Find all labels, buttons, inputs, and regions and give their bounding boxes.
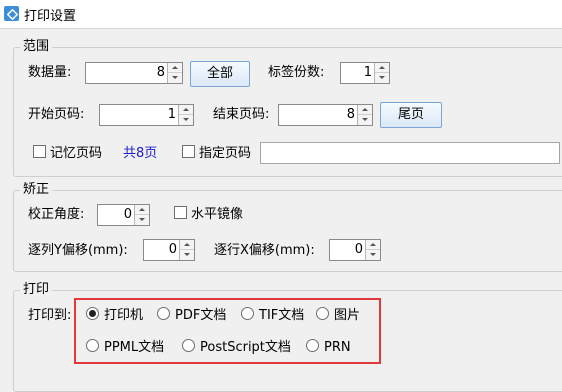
checkbox-icon[interactable] — [174, 206, 187, 219]
radio-prn[interactable]: PRN — [306, 339, 351, 357]
radio-postscript-label: PostScript文档 — [200, 340, 291, 355]
range-group-label: 范围 — [20, 39, 53, 55]
increment-arrow-icon[interactable] — [179, 105, 193, 115]
increment-arrow-icon[interactable] — [180, 240, 194, 250]
increment-arrow-icon[interactable] — [366, 240, 380, 250]
start-page-stepper[interactable] — [178, 105, 193, 125]
radio-tif[interactable]: TIF文档 — [241, 307, 304, 325]
radio-printer[interactable]: 打印机 — [86, 307, 143, 325]
specify-page-checkbox[interactable]: 指定页码 — [182, 145, 251, 163]
mirror-label: 水平镜像 — [191, 207, 244, 222]
radio-selected-icon[interactable] — [86, 307, 99, 320]
column-y-offset-label: 逐列Y偏移(mm): — [28, 243, 128, 258]
radio-pdf[interactable]: PDF文档 — [157, 307, 226, 325]
column-y-offset-spinner[interactable]: 0 — [143, 239, 195, 261]
radio-image-label: 图片 — [334, 308, 361, 323]
row-x-offset-value: 0 — [354, 242, 363, 257]
start-page-value: 1 — [167, 107, 176, 122]
radio-icon[interactable] — [86, 339, 99, 352]
end-page-stepper[interactable] — [357, 105, 372, 125]
radio-printer-label: 打印机 — [104, 308, 144, 323]
radio-ppml-label: PPML文档 — [104, 340, 165, 355]
copies-value: 1 — [363, 65, 372, 80]
decrement-arrow-icon[interactable] — [179, 115, 193, 125]
print-to-label: 打印到: — [28, 308, 72, 323]
angle-label: 校正角度: — [28, 207, 85, 222]
start-page-spinner[interactable]: 1 — [99, 104, 194, 126]
title-bar: 打印设置 — [0, 0, 562, 29]
radio-tif-label: TIF文档 — [259, 308, 305, 323]
column-y-offset-value: 0 — [168, 242, 177, 257]
radio-icon[interactable] — [157, 307, 170, 320]
copies-spinner[interactable]: 1 — [340, 62, 390, 84]
print-group-label: 打印 — [20, 282, 53, 298]
column-y-offset-stepper[interactable] — [179, 240, 194, 260]
radio-postscript[interactable]: PostScript文档 — [182, 339, 291, 357]
remember-page-label: 记忆页码 — [50, 146, 103, 161]
increment-arrow-icon[interactable] — [168, 63, 182, 73]
correction-group-label: 矫正 — [20, 182, 53, 198]
quantity-spinner[interactable]: 8 — [85, 62, 183, 84]
quantity-value: 8 — [156, 65, 165, 80]
decrement-arrow-icon[interactable] — [135, 215, 149, 225]
radio-pdf-label: PDF文档 — [175, 308, 227, 323]
quantity-label: 数据量: — [28, 65, 72, 80]
end-page-value: 8 — [346, 107, 355, 122]
angle-spinner[interactable]: 0 — [97, 204, 150, 226]
increment-arrow-icon[interactable] — [358, 105, 372, 115]
row-x-offset-stepper[interactable] — [365, 240, 380, 260]
window-title: 打印设置 — [24, 9, 77, 24]
decrement-arrow-icon[interactable] — [180, 250, 194, 260]
specify-page-input[interactable] — [260, 142, 560, 164]
angle-value: 0 — [123, 207, 132, 222]
app-settings-icon — [4, 6, 19, 21]
decrement-arrow-icon[interactable] — [375, 73, 389, 83]
radio-icon[interactable] — [182, 339, 195, 352]
checkbox-icon[interactable] — [33, 145, 46, 158]
specify-page-label: 指定页码 — [199, 146, 252, 161]
end-page-label: 结束页码: — [213, 107, 270, 122]
decrement-arrow-icon[interactable] — [168, 73, 182, 83]
last-page-button[interactable]: 尾页 — [380, 102, 442, 128]
mirror-checkbox[interactable]: 水平镜像 — [174, 206, 243, 224]
radio-ppml[interactable]: PPML文档 — [86, 339, 164, 357]
row-x-offset-label: 逐行X偏移(mm): — [214, 243, 315, 258]
remember-page-checkbox[interactable]: 记忆页码 — [33, 145, 102, 163]
increment-arrow-icon[interactable] — [135, 205, 149, 215]
copies-stepper[interactable] — [374, 63, 389, 83]
all-button[interactable]: 全部 — [190, 61, 250, 87]
decrement-arrow-icon[interactable] — [358, 115, 372, 125]
checkbox-icon[interactable] — [182, 145, 195, 158]
decrement-arrow-icon[interactable] — [366, 250, 380, 260]
radio-icon[interactable] — [316, 307, 329, 320]
end-page-spinner[interactable]: 8 — [278, 104, 373, 126]
quantity-stepper[interactable] — [167, 63, 182, 83]
radio-icon[interactable] — [306, 339, 319, 352]
row-x-offset-spinner[interactable]: 0 — [329, 239, 381, 261]
angle-stepper[interactable] — [134, 205, 149, 225]
copies-label: 标签份数: — [268, 65, 325, 80]
start-page-label: 开始页码: — [28, 107, 85, 122]
radio-prn-label: PRN — [324, 340, 351, 355]
total-pages-text: 共8页 — [123, 146, 158, 161]
radio-icon[interactable] — [241, 307, 254, 320]
increment-arrow-icon[interactable] — [375, 63, 389, 73]
radio-image[interactable]: 图片 — [316, 307, 360, 325]
